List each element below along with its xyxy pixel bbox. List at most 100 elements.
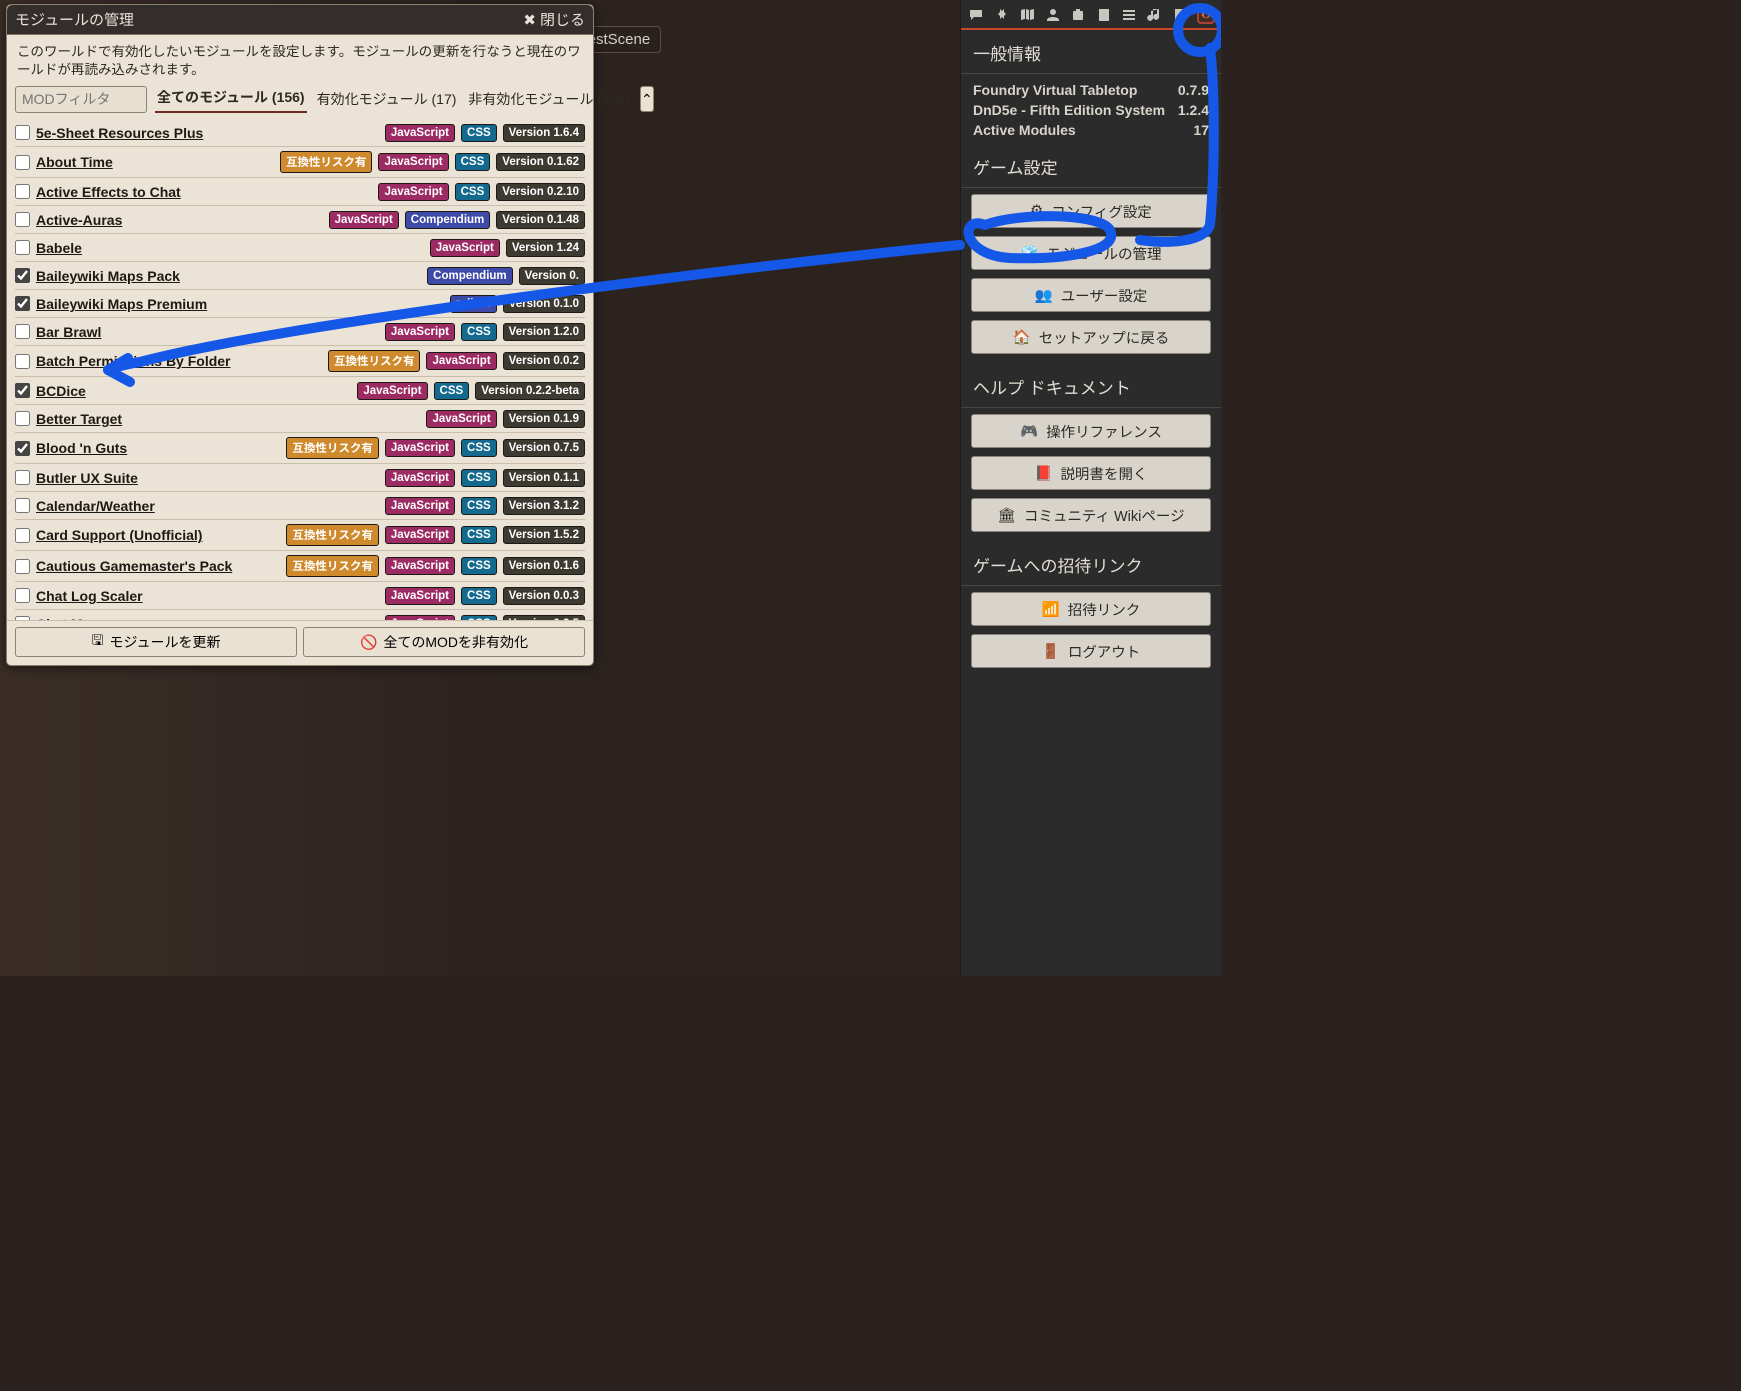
module-row: Active Effects to Chat JavaScript CSS Versi… [15, 178, 585, 206]
section-help: ヘルプ ドキュメント [961, 364, 1221, 408]
module-checkbox[interactable] [15, 411, 30, 426]
actors-icon[interactable] [1044, 6, 1062, 24]
module-name[interactable]: Blood 'n Guts [36, 440, 127, 456]
module-name[interactable]: Chat Log Scaler [36, 588, 143, 604]
module-name[interactable]: Active Effects to Chat [36, 184, 181, 200]
section-invite: ゲームへの招待リンク [961, 542, 1221, 586]
module-row: Calendar/WeatherJavaScriptCSSVersion 3.1… [15, 492, 585, 520]
return-setup-button[interactable]: 🏠セットアップに戻る [971, 320, 1211, 354]
module-name[interactable]: About Time [36, 154, 113, 170]
playlists-icon[interactable] [1146, 6, 1164, 24]
tab-disabled-modules[interactable]: 非有効化モジュール (139) [466, 87, 632, 113]
update-modules-button[interactable]: 🖫 モジュールを更新 [15, 627, 297, 657]
module-name[interactable]: BCDice [36, 383, 86, 399]
open-docs-button[interactable]: 📕説明書を開く [971, 456, 1211, 490]
module-row: Bar BrawlJavaScriptCSSVersion 1.2.0 [15, 318, 585, 346]
section-general-info: 一般情報 [961, 30, 1221, 74]
user-settings-button[interactable]: 👥ユーザー設定 [971, 278, 1211, 312]
module-checkbox[interactable] [15, 268, 30, 283]
module-row: 5e-Sheet Resources PlusJavaScriptCSSVers… [15, 119, 585, 147]
items-icon[interactable] [1069, 6, 1087, 24]
combat-icon[interactable] [993, 6, 1011, 24]
logout-button[interactable]: 🚪ログアウト [971, 634, 1211, 668]
module-tag: 互換性リスク有 [286, 524, 379, 546]
module-row: Better TargetJavaScriptVersion 0.1.9 [15, 405, 585, 433]
module-name[interactable]: Better Target [36, 411, 122, 427]
module-tag: CSS [461, 439, 497, 457]
module-name[interactable]: Batch Permissions By Folder [36, 353, 231, 369]
community-wiki-button[interactable]: 🏛コミュニティ Wikiページ [971, 498, 1211, 532]
module-tag: JavaScript [385, 526, 455, 544]
module-checkbox[interactable] [15, 324, 30, 339]
module-tag: JavaScript [357, 382, 427, 400]
module-row: BCDiceJavaScriptCSSVersion 0.2.2-beta [15, 377, 585, 405]
mod-filter-input[interactable] [15, 86, 147, 113]
info-row: Active Modules17 [973, 120, 1209, 140]
tab-enabled-modules[interactable]: 有効化モジュール (17) [315, 87, 459, 113]
module-name[interactable]: Active-Auras [36, 212, 122, 228]
module-checkbox[interactable] [15, 498, 30, 513]
controls-reference-button[interactable]: 🎮操作リファレンス [971, 414, 1211, 448]
module-tag: JavaScript [378, 183, 448, 201]
save-icon: 🖫 [92, 630, 104, 654]
close-button[interactable]: ✖ 閉じる [523, 9, 585, 30]
settings-sidebar: 一般情報 Foundry Virtual Tabletop0.7.9 DnD5e… [960, 0, 1221, 976]
module-checkbox[interactable] [15, 383, 30, 398]
module-checkbox[interactable] [15, 470, 30, 485]
module-row: Chat Log ScalerJavaScriptCSSVersion 0.0.… [15, 582, 585, 610]
config-settings-button[interactable]: ⚙コンフィグ設定 [971, 194, 1211, 228]
module-tag: CSS [461, 587, 497, 605]
module-version: Version 0.0.3 [503, 587, 585, 605]
module-list[interactable]: 5e-Sheet Resources Plus JavaScript CSS Vers… [15, 119, 589, 620]
scenes-icon[interactable] [1018, 6, 1036, 24]
manage-modules-button[interactable]: 🧊モジュールの管理 [971, 236, 1211, 270]
journal-icon[interactable] [1095, 6, 1113, 24]
module-tag: CSS [461, 557, 497, 575]
module-name[interactable]: Butler UX Suite [36, 470, 138, 486]
module-checkbox[interactable] [15, 441, 30, 456]
module-checkbox[interactable] [15, 354, 30, 369]
module-name[interactable]: 5e-Sheet Resources Plus [36, 125, 203, 141]
disable-all-button[interactable]: 🚫 全てのMODを非有効化 [303, 627, 585, 657]
chevron-double-up-icon: ⌃ [641, 91, 653, 108]
gamepad-icon: 🎮 [1020, 423, 1038, 440]
module-name[interactable]: Baileywiki Maps Premium [36, 296, 207, 312]
module-name[interactable]: Calendar/Weather [36, 498, 155, 514]
module-tag: JavaScript [426, 410, 496, 428]
module-version: Version 0.2.10 [496, 183, 585, 201]
section-game-settings: ゲーム設定 [961, 144, 1221, 188]
module-checkbox[interactable] [15, 155, 30, 170]
compendium-icon[interactable] [1171, 6, 1189, 24]
module-row: Blood 'n Guts互換性リスク有JavaScriptCSSVersion… [15, 433, 585, 464]
module-name[interactable]: Baileywiki Maps Pack [36, 268, 180, 284]
tab-all-modules[interactable]: 全てのモジュール (156) [155, 85, 307, 113]
module-row: Card Support (Unofficial) 互換性リスク有 JavaScri… [15, 520, 585, 551]
module-tag: JavaScript [385, 557, 455, 575]
settings-tab-icon[interactable] [1197, 6, 1215, 24]
module-tag: CSS [434, 382, 470, 400]
module-tag: CSS [455, 183, 491, 201]
module-checkbox[interactable] [15, 240, 30, 255]
chat-icon[interactable] [967, 6, 985, 24]
module-checkbox[interactable] [15, 588, 30, 603]
invite-link-button[interactable]: 📶招待リンク [971, 592, 1211, 626]
cube-icon: 🧊 [1020, 245, 1038, 262]
module-name[interactable]: Babele [36, 240, 82, 256]
wifi-icon: 📶 [1042, 601, 1060, 618]
module-checkbox[interactable] [15, 528, 30, 543]
module-tag: ndium [450, 295, 497, 313]
module-name[interactable]: Card Support (Unofficial) [36, 527, 202, 543]
module-tag: JavaScript [385, 124, 455, 142]
module-row: Butler UX SuiteJavaScriptCSSVersion 0.1.… [15, 464, 585, 492]
module-checkbox[interactable] [15, 184, 30, 199]
tables-icon[interactable] [1120, 6, 1138, 24]
module-checkbox[interactable] [15, 212, 30, 227]
module-name[interactable]: Bar Brawl [36, 324, 101, 340]
module-checkbox[interactable] [15, 125, 30, 140]
collapse-all-button[interactable]: ⌃ [640, 86, 654, 112]
module-checkbox[interactable] [15, 296, 30, 311]
module-version: Version 1.24 [506, 239, 585, 257]
dialog-description: このワールドで有効化したいモジュールを設定します。モジュールの更新を行なうと現在… [7, 35, 593, 85]
module-checkbox[interactable] [15, 559, 30, 574]
module-name[interactable]: Cautious Gamemaster's Pack [36, 558, 232, 574]
